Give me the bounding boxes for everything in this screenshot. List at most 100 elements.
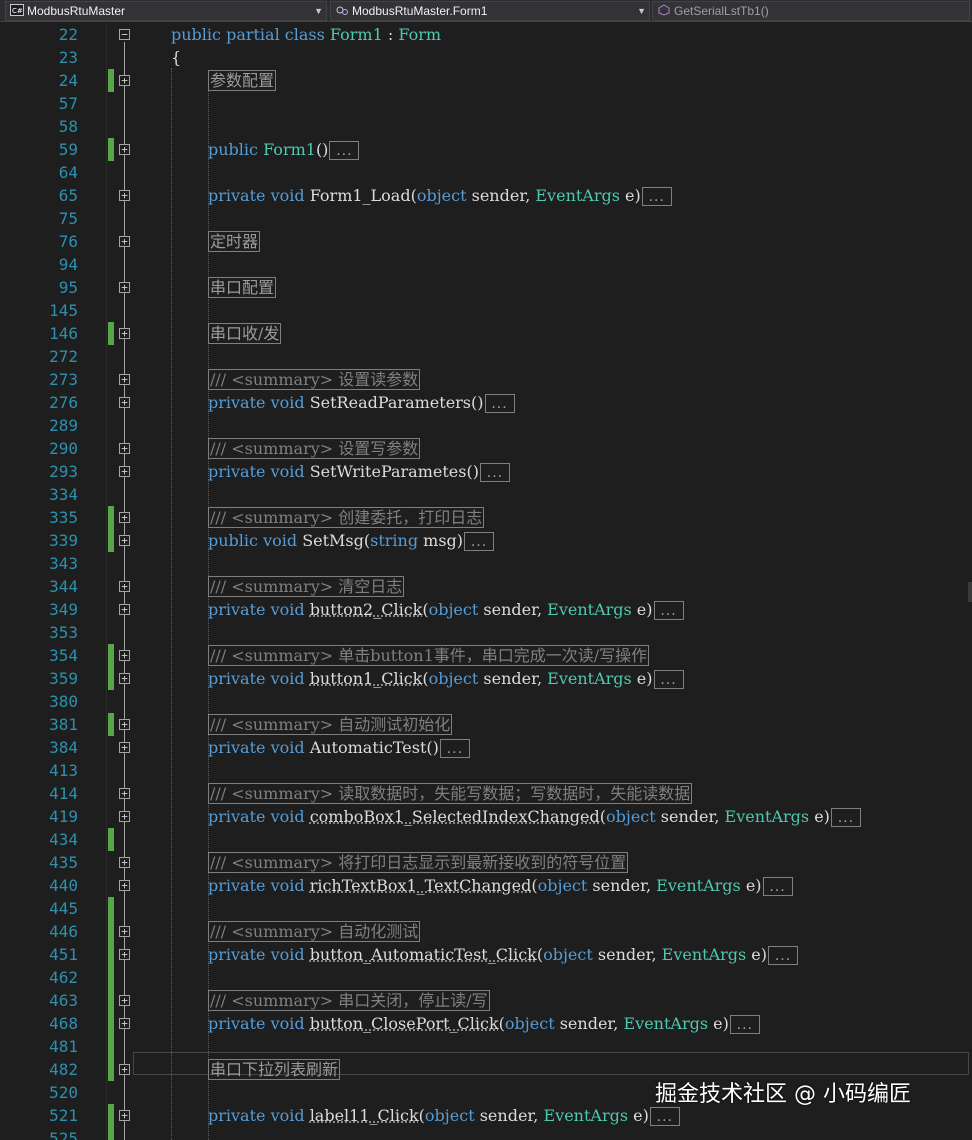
expand-icon[interactable]: +: [119, 650, 130, 661]
expand-icon[interactable]: +: [119, 742, 130, 753]
expand-icon[interactable]: +: [119, 1110, 130, 1121]
code-line[interactable]: 445: [0, 897, 972, 920]
code-line[interactable]: 76 + 定时器: [0, 230, 972, 253]
code-line[interactable]: 57: [0, 92, 972, 115]
collapsed-comment[interactable]: /// <summary> 单击button1事件，串口完成一次读/写操作: [208, 645, 650, 666]
code-line[interactable]: 446 + /// <summary> 自动化测试: [0, 920, 972, 943]
code-line[interactable]: 349 + private void button2_Click(object se…: [0, 598, 972, 621]
collapsed-comment[interactable]: /// <summary> 串口关闭，停止读/写: [208, 990, 490, 1011]
expand-icon[interactable]: +: [119, 144, 130, 155]
expand-icon[interactable]: +: [119, 397, 130, 408]
code-line[interactable]: 414 + /// <summary> 读取数据时，失能写数据；写数据时，失能读数据: [0, 782, 972, 805]
collapsed-body-button[interactable]: ...: [464, 532, 495, 551]
project-dropdown[interactable]: C# ModbusRtuMaster ▼: [5, 1, 327, 21]
collapsed-comment[interactable]: /// <summary> 自动化测试: [208, 921, 421, 942]
expand-icon[interactable]: +: [119, 1064, 130, 1075]
code-line[interactable]: 482 + 串口下拉列表刷新: [0, 1058, 972, 1081]
code-line[interactable]: 293 + private void SetWriteParametes()...: [0, 460, 972, 483]
expand-icon[interactable]: +: [119, 466, 130, 477]
collapsed-body-button[interactable]: ...: [484, 394, 515, 413]
collapsed-body-button[interactable]: ...: [439, 739, 470, 758]
collapsed-region[interactable]: 参数配置: [208, 70, 277, 91]
collapsed-body-button[interactable]: ...: [653, 601, 684, 620]
code-line[interactable]: 24 + 参数配置: [0, 69, 972, 92]
expand-icon[interactable]: +: [119, 443, 130, 454]
collapsed-body-button[interactable]: ...: [768, 946, 799, 965]
expand-icon[interactable]: +: [119, 926, 130, 937]
code-line[interactable]: 419 + private void comboBox1_SelectedIndex…: [0, 805, 972, 828]
code-line[interactable]: 359 + private void button1_Click(object se…: [0, 667, 972, 690]
code-line[interactable]: 145: [0, 299, 972, 322]
code-line[interactable]: 451 + private void button_AutomaticTest_Cl…: [0, 943, 972, 966]
code-line[interactable]: 273 + /// <summary> 设置读参数: [0, 368, 972, 391]
collapsed-comment[interactable]: /// <summary> 自动测试初始化: [208, 714, 453, 735]
code-line[interactable]: 58: [0, 115, 972, 138]
code-line[interactable]: 381 + /// <summary> 自动测试初始化: [0, 713, 972, 736]
expand-icon[interactable]: +: [119, 535, 130, 546]
collapsed-region[interactable]: 串口收/发: [208, 323, 282, 344]
code-line[interactable]: 380: [0, 690, 972, 713]
expand-icon[interactable]: +: [119, 236, 130, 247]
code-line[interactable]: 435 + /// <summary> 将打印日志显示到最新接收到的符号位置: [0, 851, 972, 874]
collapsed-body-button[interactable]: ...: [762, 877, 793, 896]
code-line[interactable]: 64: [0, 161, 972, 184]
code-line[interactable]: 468 + private void button_ClosePort_Click(…: [0, 1012, 972, 1035]
collapsed-comment[interactable]: /// <summary> 读取数据时，失能写数据；写数据时，失能读数据: [208, 783, 693, 804]
collapsed-region[interactable]: 串口下拉列表刷新: [208, 1059, 341, 1080]
expand-icon[interactable]: +: [119, 857, 130, 868]
code-line[interactable]: 94: [0, 253, 972, 276]
collapsed-body-button[interactable]: ...: [479, 463, 510, 482]
expand-icon[interactable]: +: [119, 282, 130, 293]
code-line[interactable]: 354 + /// <summary> 单击button1事件，串口完成一次读/写操…: [0, 644, 972, 667]
code-line[interactable]: 22 − public partial class Form1 : Form: [0, 23, 972, 46]
collapsed-comment[interactable]: /// <summary> 设置写参数: [208, 438, 421, 459]
expand-icon[interactable]: +: [119, 75, 130, 86]
expand-icon[interactable]: +: [119, 995, 130, 1006]
collapsed-body-button[interactable]: ...: [653, 670, 684, 689]
expand-icon[interactable]: +: [119, 328, 130, 339]
member-dropdown[interactable]: GetSerialLstTb1(): [652, 1, 970, 21]
expand-icon[interactable]: +: [119, 604, 130, 615]
collapsed-comment[interactable]: /// <summary> 清空日志: [208, 576, 405, 597]
code-line[interactable]: 289: [0, 414, 972, 437]
expand-icon[interactable]: +: [119, 581, 130, 592]
code-line[interactable]: 481: [0, 1035, 972, 1058]
code-line[interactable]: 339 + public void SetMsg(string msg)...: [0, 529, 972, 552]
collapsed-body-button[interactable]: ...: [641, 187, 672, 206]
expand-icon[interactable]: +: [119, 719, 130, 730]
expand-icon[interactable]: +: [119, 190, 130, 201]
code-line[interactable]: 276 + private void SetReadParameters()...: [0, 391, 972, 414]
code-line[interactable]: 334: [0, 483, 972, 506]
code-line[interactable]: 343: [0, 552, 972, 575]
expand-icon[interactable]: +: [119, 673, 130, 684]
code-line[interactable]: 344 + /// <summary> 清空日志: [0, 575, 972, 598]
code-line[interactable]: 384 + private void AutomaticTest()...: [0, 736, 972, 759]
collapsed-comment[interactable]: /// <summary> 将打印日志显示到最新接收到的符号位置: [208, 852, 629, 873]
collapsed-comment[interactable]: /// <summary> 创建委托，打印日志: [208, 507, 485, 528]
code-line[interactable]: 434: [0, 828, 972, 851]
code-line[interactable]: 59 + public Form1()...: [0, 138, 972, 161]
collapsed-region[interactable]: 定时器: [208, 231, 261, 252]
code-line[interactable]: 413: [0, 759, 972, 782]
collapse-icon[interactable]: −: [119, 29, 130, 40]
code-line[interactable]: 146 + 串口收/发: [0, 322, 972, 345]
collapsed-body-button[interactable]: ...: [729, 1015, 760, 1034]
code-line[interactable]: 462: [0, 966, 972, 989]
collapsed-body-button[interactable]: ...: [329, 141, 360, 160]
expand-icon[interactable]: +: [119, 811, 130, 822]
expand-icon[interactable]: +: [119, 949, 130, 960]
collapsed-region[interactable]: 串口配置: [208, 277, 277, 298]
code-line[interactable]: 353: [0, 621, 972, 644]
code-line[interactable]: 272: [0, 345, 972, 368]
expand-icon[interactable]: +: [119, 880, 130, 891]
code-line[interactable]: 335 + /// <summary> 创建委托，打印日志: [0, 506, 972, 529]
expand-icon[interactable]: +: [119, 788, 130, 799]
code-line[interactable]: 23 {: [0, 46, 972, 69]
code-line[interactable]: 440 + private void richTextBox1_TextChange…: [0, 874, 972, 897]
code-line[interactable]: 525: [0, 1127, 972, 1140]
code-line[interactable]: 75: [0, 207, 972, 230]
collapsed-comment[interactable]: /// <summary> 设置读参数: [208, 369, 421, 390]
expand-icon[interactable]: +: [119, 1018, 130, 1029]
collapsed-body-button[interactable]: ...: [830, 808, 861, 827]
code-editor[interactable]: 22 − public partial class Form1 : Form 23 { 2…: [0, 22, 972, 1140]
